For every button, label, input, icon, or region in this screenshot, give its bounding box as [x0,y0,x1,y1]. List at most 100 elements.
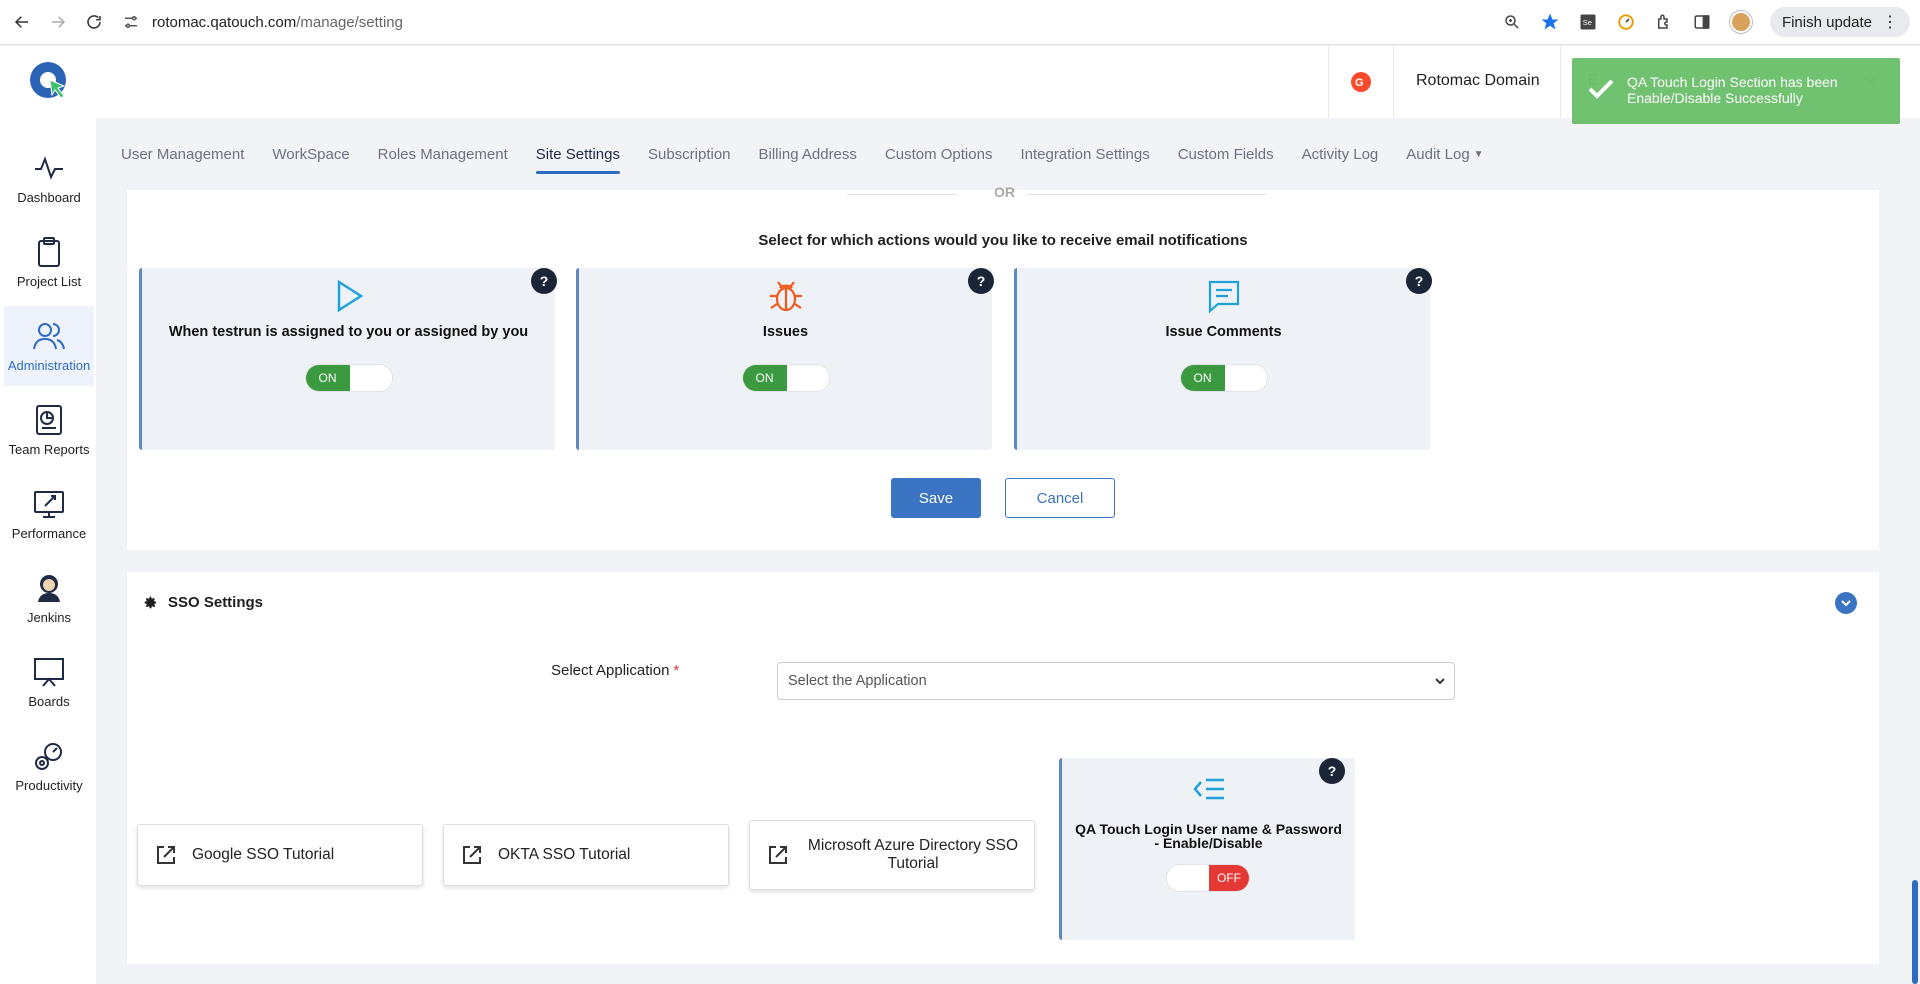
sidebar-item-dashboard[interactable]: Dashboard [4,138,94,218]
profile-avatar[interactable] [1729,11,1752,33]
card-title: When testrun is assigned to you or assig… [168,324,529,340]
report-icon [36,404,62,435]
toggle-knob [349,365,392,391]
qatouch-logo[interactable] [28,60,68,100]
chevron-down-icon [1841,600,1851,607]
sso-title: SSO Settings [168,594,264,611]
sidebar-item-label: Dashboard [17,189,81,205]
extensions-puzzle-icon[interactable] [1654,12,1674,32]
toast-message: QA Touch Login Section has been Enable/D… [1627,74,1838,106]
email-notifications-panel: OR Select for which actions would you li… [127,184,1879,550]
select-application-dropdown[interactable]: Select the Application [777,662,1455,700]
clipboard-icon [38,236,60,267]
sidebar-item-team-reports[interactable]: Team Reports [4,390,94,470]
sidebar-item-performance[interactable]: Performance [4,474,94,554]
qatouch-login-card: QA Touch Login User name & Password - En… [1059,758,1355,940]
sidebar-item-administration[interactable]: Administration [4,306,94,386]
sidebar-item-project-list[interactable]: Project List [4,222,94,302]
domain-name[interactable]: Rotomac Domain [1416,72,1540,90]
help-icon[interactable]: ? [968,268,994,294]
qatouch-login-toggle[interactable]: OFF [1166,864,1250,892]
gear-icon [144,596,157,609]
sidebar-item-label: Performance [11,525,87,541]
tab-integration-settings[interactable]: Integration Settings [1020,118,1149,190]
testrun-toggle[interactable]: ON [304,364,393,392]
divider [847,194,957,195]
bug-icon [769,281,802,312]
card-title: Issues [762,324,809,340]
toggle-knob [1224,365,1267,391]
sidebar-item-jenkins[interactable]: Jenkins [4,558,94,638]
play-icon [337,279,363,313]
admin-tabs: User Management WorkSpace Roles Manageme… [96,118,1920,190]
jenkins-icon [38,574,60,602]
help-icon[interactable]: ? [531,268,557,294]
issue-comments-toggle[interactable]: ON [1179,364,1268,392]
zoom-icon[interactable] [1502,12,1522,32]
sidebar-item-productivity[interactable]: Productivity [4,726,94,806]
back-icon[interactable] [8,8,36,36]
tab-audit-log-label: Audit Log [1406,145,1470,163]
tab-custom-options[interactable]: Custom Options [885,118,993,190]
tab-audit-log[interactable]: Audit Log ▼ [1406,118,1483,190]
help-icon[interactable]: ? [1319,758,1345,784]
sidebar-item-label: Team Reports [8,441,90,457]
indent-decrease-icon [1192,778,1224,800]
tab-activity-log[interactable]: Activity Log [1302,118,1379,190]
forward-icon[interactable] [44,8,72,36]
card-title: Issue Comments [1165,324,1282,340]
scrollbar-thumb[interactable] [1912,880,1918,984]
toggle-knob [1167,865,1209,891]
google-sso-tutorial-button[interactable]: Google SSO Tutorial [137,824,423,886]
azure-sso-tutorial-button[interactable]: Microsoft Azure Directory SSO Tutorial [749,820,1035,890]
header-divider [1560,46,1561,118]
help-icon[interactable]: ? [1406,268,1432,294]
divider [1027,194,1267,195]
url-host: rotomac.qatouch.com [152,13,297,31]
tab-subscription[interactable]: Subscription [648,118,731,190]
save-button[interactable]: Save [891,478,981,518]
sso-section-header: SSO Settings [143,594,263,611]
cancel-button[interactable]: Cancel [1005,478,1115,518]
side-panel-icon[interactable] [1692,12,1712,32]
tutorial-label: OKTA SSO Tutorial [498,846,631,863]
tab-user-management[interactable]: User Management [121,118,244,190]
select-application-label: Select Application * [551,662,679,679]
rocket-icon [34,490,64,518]
required-mark: * [673,662,680,679]
tab-workspace[interactable]: WorkSpace [272,118,349,190]
more-vert-icon: ⋮ [1882,14,1898,31]
tab-roles-management[interactable]: Roles Management [378,118,508,190]
extension-speed-icon[interactable] [1616,12,1636,32]
gears-icon [35,742,62,770]
finish-update-button[interactable]: Finish update ⋮ [1769,7,1910,37]
collapse-sso-button[interactable] [1835,592,1857,614]
header-divider [1393,46,1394,118]
finish-update-label: Finish update [1781,13,1872,31]
chevron-down-icon [1435,678,1445,685]
g2-icon[interactable]: G [1350,71,1372,93]
issues-toggle[interactable]: ON [741,364,830,392]
tab-billing-address[interactable]: Billing Address [759,118,857,190]
svg-text:G: G [1355,77,1364,89]
tab-site-settings[interactable]: Site Settings [535,118,621,190]
check-icon [1588,79,1614,99]
notification-card-issue-comments: Issue Comments ? ON [1014,268,1432,450]
users-icon [33,322,65,349]
select-application-text: Select Application [551,662,670,679]
sidebar-item-label: Administration [7,357,91,373]
tab-custom-fields[interactable]: Custom Fields [1178,118,1274,190]
notification-card-issues: Issues ? ON [576,268,994,450]
comment-icon [1208,280,1239,314]
okta-sso-tutorial-button[interactable]: OKTA SSO Tutorial [443,824,729,886]
sidebar-item-label: Jenkins [26,609,72,625]
success-toast[interactable]: QA Touch Login Section has been Enable/D… [1572,58,1900,124]
extension-se-icon[interactable]: Se [1578,12,1598,32]
reload-icon[interactable] [80,8,108,36]
bookmark-star-icon[interactable] [1540,12,1560,32]
address-bar[interactable]: rotomac.qatouch.com/manage/setting [122,13,403,31]
site-settings-icon[interactable] [122,13,140,31]
notifications-heading: Select for which actions would you like … [758,232,1248,249]
sidebar-item-boards[interactable]: Boards [4,642,94,722]
sidebar-item-label: Productivity [15,777,83,793]
